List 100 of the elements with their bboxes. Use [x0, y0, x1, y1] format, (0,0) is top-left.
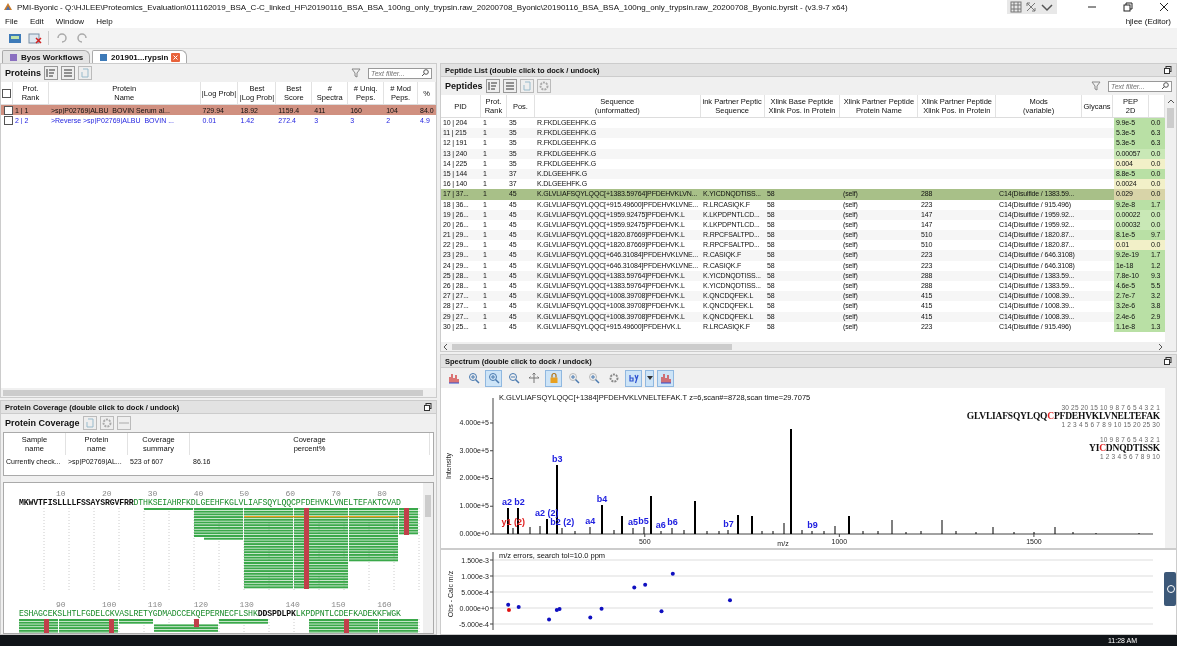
- panel-title: Proteins: [5, 68, 41, 78]
- sort-icon[interactable]: [485, 79, 500, 93]
- scrollbar[interactable]: [441, 342, 1165, 351]
- peptide-sequence: GLVLIAFSQYLQQCPFDEHVKLVNELTEFAK: [966, 411, 1160, 421]
- magnifier-icon: [467, 372, 480, 384]
- position-number: 30: [147, 489, 159, 498]
- position-number: 160: [377, 600, 393, 609]
- panel-title: Protein Coverage: [5, 418, 80, 428]
- export-icon[interactable]: [82, 416, 97, 430]
- row-checkbox[interactable]: [3, 115, 13, 125]
- scroll-right-icon[interactable]: [1157, 343, 1163, 350]
- ion-label: b3: [551, 454, 563, 465]
- scroll-thumb[interactable]: [452, 343, 732, 350]
- ion-label: b4: [596, 493, 608, 504]
- scroll-left-icon[interactable]: [443, 343, 449, 350]
- zoom-in-tool-button[interactable]: [485, 369, 502, 387]
- position-number: 110: [147, 600, 164, 609]
- ion-label: b5: [638, 516, 649, 527]
- ion-label: b6: [667, 517, 678, 528]
- export-icon[interactable]: [78, 66, 92, 80]
- position-number: 140: [285, 600, 301, 609]
- scroll-up-icon[interactable]: [1167, 99, 1174, 105]
- scroll-thumb[interactable]: [1167, 108, 1174, 128]
- ions-tool-button[interactable]: [625, 369, 642, 387]
- scrollbar[interactable]: [1165, 95, 1176, 351]
- position-number: 20: [101, 489, 113, 498]
- panel-title: Peptides: [445, 81, 483, 91]
- search-icon[interactable]: [421, 69, 430, 77]
- restore-icon[interactable]: [1123, 2, 1133, 12]
- position-number: 40: [193, 489, 205, 498]
- side-panel-tab-icon[interactable]: [1164, 572, 1176, 606]
- position-number: 70: [331, 489, 342, 498]
- filter-icon[interactable]: [351, 68, 361, 78]
- position-number: 130: [239, 600, 255, 609]
- position-number: 50: [239, 489, 251, 498]
- ion-label: a5: [628, 517, 639, 528]
- scroll-thumb[interactable]: [425, 495, 431, 517]
- undock-icon[interactable]: [1164, 357, 1172, 365]
- spectrum-icon: [447, 372, 460, 384]
- magnifier-icon: [507, 372, 520, 384]
- scroll-thumb[interactable]: [3, 389, 423, 396]
- export-icon[interactable]: [519, 79, 534, 93]
- app-logo-icon: [3, 2, 13, 12]
- menu-item[interactable]: Window: [55, 16, 85, 26]
- dropdown-button[interactable]: [645, 369, 654, 387]
- move-icon: [527, 372, 540, 384]
- list-icon[interactable]: [61, 66, 75, 80]
- open-file-icon[interactable]: [8, 32, 22, 44]
- protein-sequence: ESHAGCEKSLHTLFGDELCKVASLRETYGDMADCCEKQEPERNECFLSHKDDSPDLPKLKPDPNTLCDEFKADEKKFWGK: [18, 609, 402, 619]
- close-icon[interactable]: [1159, 2, 1169, 12]
- caret-icon: [646, 376, 653, 380]
- undock-icon[interactable]: [424, 403, 432, 411]
- close-file-icon[interactable]: [28, 32, 42, 44]
- ion-label: b7: [723, 518, 734, 529]
- magnifier-icon: [587, 372, 600, 384]
- chevron-down-icon[interactable]: [1040, 1, 1054, 13]
- user-label: hjlee (Editor): [1125, 16, 1172, 26]
- lock-tool-button[interactable]: [545, 369, 562, 387]
- ion-label: a4: [585, 516, 596, 527]
- row-checkbox[interactable]: [3, 105, 13, 115]
- ion-type-icon: [627, 372, 640, 384]
- position-number: 60: [285, 489, 296, 498]
- ion-label: b9: [807, 520, 818, 531]
- redo-icon[interactable]: [75, 32, 89, 44]
- gear-icon: [607, 372, 620, 384]
- undock-icon[interactable]: [1164, 66, 1172, 74]
- settings-icon[interactable]: [99, 416, 114, 430]
- magnifier-icon: [487, 372, 500, 384]
- position-number: 80: [377, 489, 388, 498]
- panel-icon[interactable]: [116, 416, 131, 430]
- expand-icon[interactable]: [1025, 1, 1037, 13]
- search-icon[interactable]: [1161, 82, 1170, 90]
- ion-label: b2: [514, 496, 525, 507]
- spectrum-tool-button[interactable]: [657, 369, 674, 387]
- magnifier-icon: [567, 372, 580, 384]
- close-tab-icon[interactable]: [171, 52, 181, 62]
- ion-label: a2: [502, 496, 512, 507]
- position-number: 10: [56, 489, 67, 498]
- menu-item[interactable]: Help: [96, 16, 113, 26]
- menu-item[interactable]: File: [5, 16, 18, 26]
- sort-icon[interactable]: [44, 66, 58, 80]
- protein-sequence: MKWVTFISLLLLFSSAYSRGVFRRDTHKSEIAHRFKDLGEEHFKGLVLIAFSQYLQQCPFDEHVKLVNELTEFAKTCVAD: [18, 498, 402, 508]
- grid-icon[interactable]: [1010, 1, 1022, 13]
- spectrum-icon: [659, 372, 672, 384]
- position-number: 100: [101, 600, 118, 609]
- scrollbar[interactable]: [423, 483, 433, 633]
- select-all-checkbox[interactable]: [2, 88, 11, 98]
- window-title: PMI-Byonic - Q:\HJLEE\Proteomics_Evaluation\011162019_BSA_C-C_linked_HF\20190116_BSA_BSA_100ng_only_trypsin.raw_20200708_Byonic\20190116_BSA_BSA_100ng_only_trypsin.raw_20200708_Byonic.byrslt - (v3.9-7 x64): [17, 2, 848, 12]
- filter-icon[interactable]: [1091, 81, 1101, 91]
- settings-icon[interactable]: [536, 79, 551, 93]
- scrollbar[interactable]: [1, 388, 436, 397]
- position-number: 120: [193, 600, 210, 609]
- position-number: 150: [331, 600, 347, 609]
- scrollbar[interactable]: [1165, 388, 1176, 548]
- ion-label: a6: [655, 520, 666, 531]
- menu-item[interactable]: Edit: [29, 16, 44, 26]
- undo-icon[interactable]: [55, 32, 69, 44]
- peptide-sequence: YICDNQDTISSK: [1089, 443, 1160, 453]
- list-icon[interactable]: [502, 79, 517, 93]
- position-number: 90: [56, 600, 67, 609]
